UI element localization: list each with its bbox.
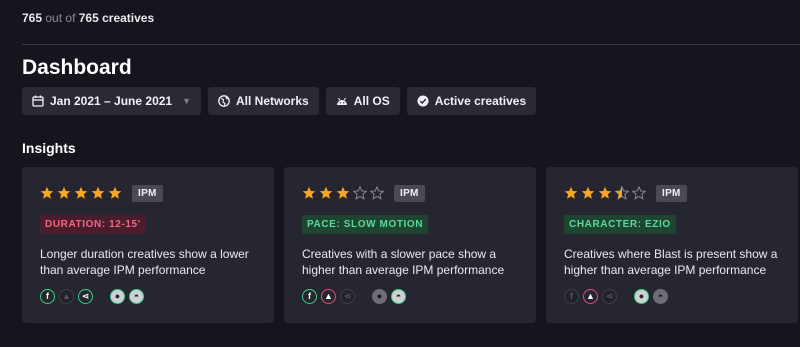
share-network-icon: ⋖	[78, 289, 93, 304]
insight-text: Creatives where Blast is present show a …	[564, 247, 778, 277]
ipm-badge: IPM	[656, 184, 687, 202]
status-filter[interactable]: Active creatives	[406, 87, 537, 115]
star-rating	[40, 186, 122, 200]
networks-filter[interactable]: All Networks	[208, 87, 319, 115]
star-full-icon	[564, 186, 578, 199]
chevron-down-icon: ▼	[182, 96, 192, 106]
share-network-icon: ⋖	[602, 289, 617, 304]
apple-icon: ●	[110, 289, 125, 304]
creatives-count: 765 out of 765 creatives	[22, 11, 154, 25]
star-full-icon	[40, 186, 54, 199]
out-of-text: out of	[45, 11, 76, 25]
apple-icon: ●	[634, 289, 649, 304]
insight-tag: DURATION: 12-15'	[40, 215, 146, 234]
star-full-icon	[319, 186, 333, 199]
insight-card[interactable]: IPM PACE: SLOW MOTION Creatives with a s…	[284, 167, 536, 323]
networks-label: All Networks	[236, 94, 309, 108]
android-icon: ◓	[653, 289, 668, 304]
dashboard-page: 765 out of 765 creatives Dashboard Jan 2…	[0, 0, 800, 347]
star-full-icon	[302, 186, 316, 199]
os-label: All OS	[353, 94, 390, 108]
android-icon: ◓	[391, 289, 406, 304]
channel-icons: f ▲ ⋖ ● ◓	[40, 289, 144, 304]
star-full-icon	[598, 186, 612, 199]
star-full-icon	[57, 186, 71, 199]
star-empty-icon	[370, 186, 384, 200]
check-circle-icon	[417, 95, 429, 107]
insight-card[interactable]: IPM DURATION: 12-15' Longer duration cre…	[22, 167, 274, 323]
facebook-icon: f	[40, 289, 55, 304]
insight-tag: PACE: SLOW MOTION	[302, 215, 429, 234]
google-ads-icon: ▲	[59, 289, 74, 304]
card-header: IPM	[302, 182, 519, 204]
star-rating	[564, 186, 646, 200]
facebook-icon: f	[302, 289, 317, 304]
star-empty-icon	[632, 186, 646, 200]
share-network-icon: ⋖	[340, 289, 355, 304]
star-empty-icon	[353, 186, 367, 200]
insight-cards: IPM DURATION: 12-15' Longer duration cre…	[22, 167, 798, 323]
card-header: IPM	[564, 182, 781, 204]
apple-icon: ●	[372, 289, 387, 304]
star-full-icon	[74, 186, 88, 199]
android-icon: ◓	[129, 289, 144, 304]
facebook-icon: f	[564, 289, 579, 304]
insight-text: Creatives with a slower pace show a high…	[302, 247, 505, 277]
insight-tag: CHARACTER: EZIO	[564, 215, 676, 234]
globe-icon	[218, 95, 230, 107]
shown-count: 765	[22, 11, 43, 25]
google-ads-icon: ▲	[321, 289, 336, 304]
os-filter[interactable]: All OS	[325, 87, 400, 115]
channel-icons: f ▲ ⋖ ● ◓	[564, 289, 668, 304]
status-label: Active creatives	[434, 94, 527, 108]
calendar-icon	[32, 95, 44, 107]
star-rating	[302, 186, 384, 200]
star-half-icon	[615, 186, 629, 200]
star-full-icon	[91, 186, 105, 199]
ipm-badge: IPM	[132, 184, 163, 202]
star-full-icon	[108, 186, 122, 199]
google-ads-icon: ▲	[583, 289, 598, 304]
total-count: 765 creatives	[78, 11, 155, 25]
card-header: IPM	[40, 182, 257, 204]
android-icon	[336, 97, 347, 105]
star-full-icon	[336, 186, 350, 199]
channel-icons: f ▲ ⋖ ● ◓	[302, 289, 406, 304]
star-full-icon	[581, 186, 595, 199]
ipm-badge: IPM	[394, 184, 425, 202]
date-range-filter[interactable]: Jan 2021 – June 2021 ▼	[22, 87, 202, 115]
header-divider	[22, 44, 800, 45]
insight-text: Longer duration creatives show a lower t…	[40, 247, 249, 277]
page-title: Dashboard	[22, 56, 132, 79]
filter-bar: Jan 2021 – June 2021 ▼ All Networks All …	[22, 87, 537, 115]
insight-card[interactable]: IPM CHARACTER: EZIO Creatives where Blas…	[546, 167, 798, 323]
insights-heading: Insights	[22, 140, 76, 156]
date-range-label: Jan 2021 – June 2021	[50, 94, 173, 108]
